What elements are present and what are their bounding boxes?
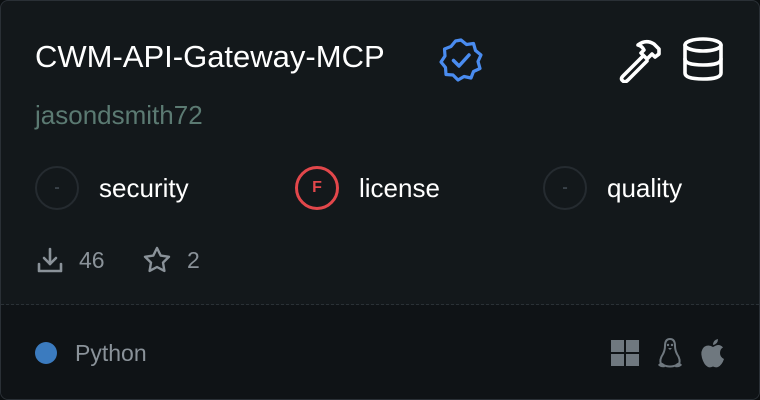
quality-grade: - [562,179,568,196]
star-icon[interactable] [142,245,172,275]
security-label[interactable]: security [99,169,189,207]
download-icon [37,247,63,273]
database-icon [683,37,723,81]
author-link[interactable]: jasondsmith72 [35,97,203,133]
hammer-icon [619,39,661,83]
server-title[interactable]: CWM-API-Gateway-MCP [35,37,385,77]
star-count: 2 [187,247,200,273]
quality-label[interactable]: quality [607,169,682,207]
license-grade: F [312,179,322,196]
quality-grade-badge: - [543,166,587,210]
verified-badge-icon [439,38,483,82]
license-label[interactable]: license [359,169,440,207]
download-count: 46 [79,247,105,273]
linux-icon [658,338,682,368]
apple-icon [701,339,724,368]
windows-icon [611,340,639,366]
mcp-server-card[interactable]: CWM-API-Gateway-MCP jasondsmith72 - secu… [0,0,760,400]
security-grade: - [54,179,60,196]
language-color-dot [35,342,57,364]
language-label: Python [75,340,147,366]
license-grade-badge: F [295,166,339,210]
security-grade-badge: - [35,166,79,210]
